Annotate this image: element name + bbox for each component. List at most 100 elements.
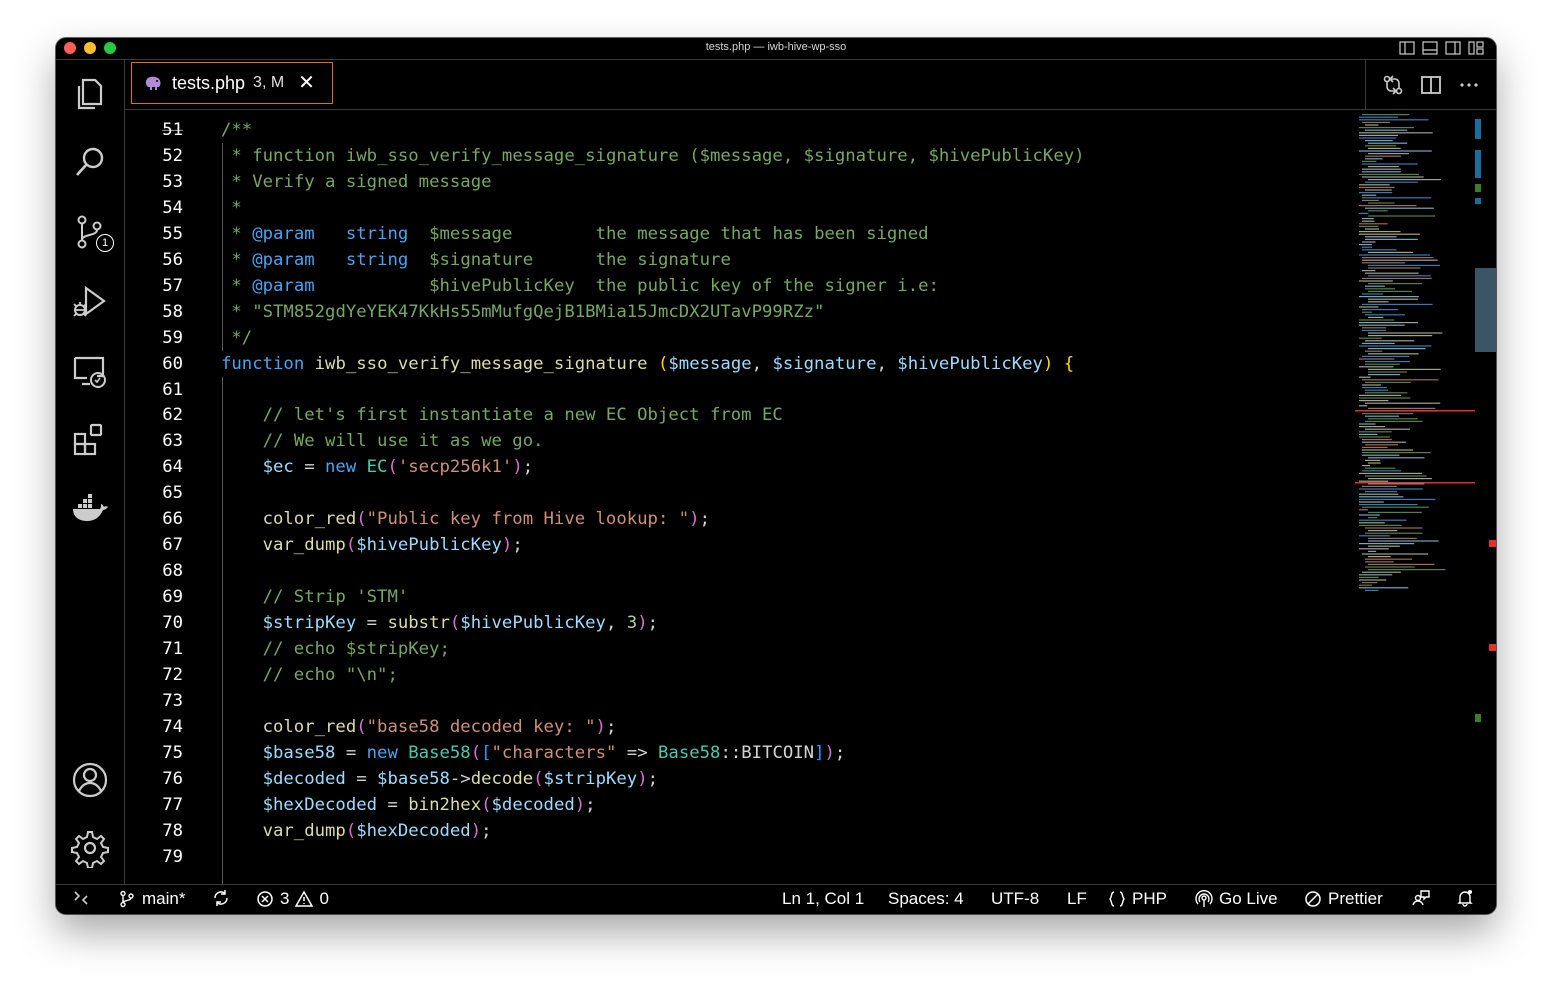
toggle-secondary-sidebar-icon[interactable] (1445, 41, 1461, 55)
sync-status[interactable] (212, 889, 230, 907)
customize-layout-icon[interactable] (1468, 41, 1484, 55)
extensions-icon[interactable] (70, 420, 110, 460)
run-debug-icon[interactable] (70, 282, 110, 322)
notifications-button[interactable] (1456, 889, 1474, 907)
explorer-icon[interactable] (70, 74, 110, 114)
indentation-status[interactable]: Spaces: 4 (888, 889, 964, 909)
more-actions-icon[interactable] (1458, 74, 1480, 96)
minimap-line (1362, 257, 1434, 259)
code-token: ( (345, 820, 357, 841)
minimap-line (1359, 493, 1399, 495)
code-text: * "STM852gdYeYEK47KkHs55mMufgQejB1BMia15… (221, 299, 824, 325)
prettier-status[interactable]: Prettier (1304, 889, 1383, 909)
minimap-line (1359, 514, 1380, 516)
code-token: * Verify a signed message (221, 171, 492, 192)
tab-tests-php[interactable]: tests.php 3, M ✕ (131, 62, 333, 104)
minimap-line (1368, 301, 1389, 303)
line-number: 63 (162, 431, 183, 452)
line-number: 64 (162, 457, 183, 478)
minimap-line (1362, 270, 1376, 272)
eol-status[interactable]: LF (1067, 889, 1087, 909)
code-line: 64 $ec = new EC('secp256k1'); (125, 454, 1355, 480)
minimap-line (1368, 511, 1422, 513)
line-number: 67 (162, 535, 183, 556)
code-line: 65 (125, 480, 1355, 506)
line-number: 68 (162, 561, 183, 582)
minimap-line (1362, 342, 1395, 344)
minimap-line (1362, 470, 1402, 472)
vertical-scrollbar[interactable] (1475, 110, 1496, 884)
go-live-button[interactable]: Go Live (1195, 889, 1278, 909)
settings-gear-icon[interactable] (70, 828, 110, 869)
split-editor-icon[interactable] (1420, 74, 1442, 96)
minimap-line (1368, 368, 1441, 370)
git-branch-icon (120, 890, 134, 908)
open-changes-icon[interactable] (1382, 74, 1404, 96)
line-number: 60 (162, 353, 183, 374)
error-icon (257, 891, 273, 907)
minimap-line (1359, 436, 1390, 438)
docker-icon[interactable] (70, 490, 110, 530)
minimap-line (1359, 496, 1404, 498)
minimap-line (1368, 374, 1401, 376)
line-number: 58 (162, 301, 183, 322)
toggle-primary-sidebar-icon[interactable] (1399, 41, 1415, 55)
minimap-line (1359, 524, 1402, 526)
minimap-line (1359, 509, 1368, 511)
code-token: $hivePublicKey (460, 613, 606, 634)
code-token: "characters" (491, 742, 617, 763)
remote-indicator[interactable] (72, 889, 90, 907)
minimap-line (1368, 202, 1395, 204)
code-token: $ec (262, 457, 294, 478)
account-icon[interactable] (70, 760, 110, 800)
minimap-line (1365, 589, 1379, 591)
minimap-line (1365, 363, 1400, 365)
scrollbar-track (1475, 119, 1496, 722)
code-token: ; (512, 535, 523, 556)
minimap-line (1365, 475, 1427, 477)
code-text: */ (221, 325, 252, 351)
code-line: 55 * @param string $message the message … (125, 221, 1355, 247)
minimap-line (1362, 262, 1405, 264)
language-mode[interactable]: PHP (1108, 889, 1167, 909)
code-text: * @param string $signature the signature (221, 247, 730, 273)
feedback-button[interactable] (1412, 889, 1430, 907)
cursor-position[interactable]: Ln 1, Col 1 (782, 889, 864, 909)
encoding-status[interactable]: UTF-8 (991, 889, 1039, 909)
minimap-line (1365, 420, 1423, 422)
minimap-line (1359, 186, 1395, 188)
line-number: 59 (162, 327, 183, 348)
minimap-line (1362, 163, 1418, 165)
code-token: $base58 (262, 742, 336, 763)
title-bar: tests.php — iwb-hive-wp-sso (56, 38, 1496, 60)
minimap-error-marker (1355, 410, 1475, 412)
code-token: * "STM852gdYeYEK47KkHs55mMufgQejB1BMia15… (221, 301, 825, 322)
code-token: , (751, 353, 773, 374)
code-line: 51 /** (125, 117, 1355, 143)
code-token: $stripKey (262, 613, 357, 634)
git-branch-status[interactable]: main* (118, 889, 185, 909)
code-token: ( (356, 716, 367, 737)
code-line: 77 $hexDecoded = bin2hex($decoded); (125, 792, 1355, 818)
code-text: function iwb_sso_verify_message_signatur… (221, 351, 1074, 377)
search-icon[interactable] (70, 142, 110, 182)
code-line: 56 * @param string $signature the signat… (125, 247, 1355, 273)
problems-status[interactable]: 3 0 (256, 889, 329, 909)
minimap-line (1359, 405, 1368, 407)
minimap-line (1359, 576, 1379, 578)
minimap-line (1359, 280, 1393, 282)
close-tab-icon[interactable]: ✕ (298, 73, 315, 93)
remote-explorer-icon[interactable] (70, 352, 110, 392)
minimap-line (1359, 337, 1382, 339)
code-editor[interactable]: —— 51 /** 52 * function iwb_sso_verify_mes… (125, 110, 1355, 884)
minimap-line (1359, 225, 1379, 227)
source-control-icon[interactable]: 1 (70, 212, 114, 252)
code-token: new (366, 742, 398, 763)
minimap-line (1365, 361, 1410, 363)
minimap[interactable] (1355, 110, 1475, 884)
go-live-label: Go Live (1219, 889, 1278, 908)
toggle-panel-icon[interactable] (1422, 41, 1438, 55)
minimap-line (1365, 181, 1418, 183)
